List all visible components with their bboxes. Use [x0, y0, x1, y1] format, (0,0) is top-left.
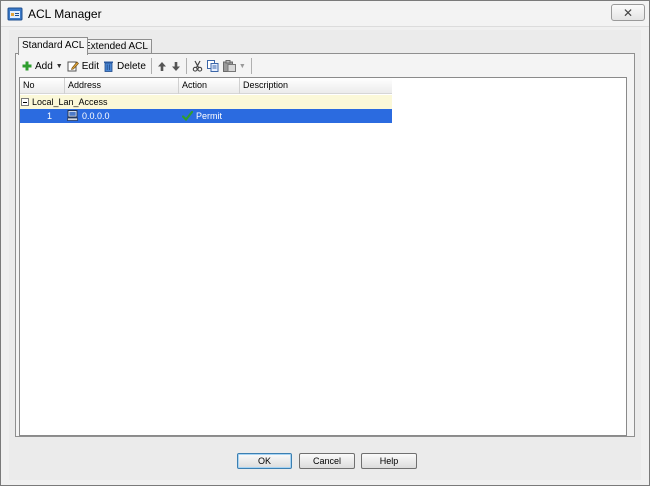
delete-label: Delete [116, 60, 146, 72]
toolbar: Add ▼ Edit Delete ▼ [20, 56, 255, 76]
add-label: Add [35, 60, 53, 72]
column-header-description[interactable]: Description [240, 78, 392, 94]
close-icon: ✕ [622, 5, 634, 20]
action-value: Permit [196, 111, 223, 121]
add-dropdown-arrow-icon[interactable]: ▼ [56, 63, 63, 70]
tab-extended-acl[interactable]: Extended ACL [80, 39, 152, 53]
table-row[interactable]: 1 0.0.0.0 Permit [20, 109, 392, 123]
cut-button[interactable] [190, 57, 205, 75]
cell-address: 0.0.0.0 [67, 109, 179, 123]
window-title: ACL Manager [28, 7, 102, 21]
title-bar[interactable]: ACL Manager ✕ [1, 1, 649, 27]
dialog-client-area: Standard ACL Extended ACL Add ▼ Edit Del… [9, 30, 641, 480]
arrow-up-icon [157, 61, 166, 71]
standard-acl-panel: Add ▼ Edit Delete ▼ No Address Action De… [15, 53, 635, 437]
checkmark-icon [182, 111, 193, 121]
delete-button[interactable]: Delete [101, 57, 148, 75]
collapse-minus-icon[interactable] [21, 98, 29, 106]
group-row-local-lan-access[interactable]: Local_Lan_Access [20, 95, 392, 109]
address-value: 0.0.0.0 [82, 111, 110, 121]
close-button[interactable]: ✕ [611, 4, 645, 21]
add-button[interactable]: Add ▼ [20, 57, 65, 75]
arrow-down-icon [171, 61, 180, 71]
copy-button[interactable] [205, 57, 221, 75]
acl-manager-icon [7, 6, 23, 22]
ok-button[interactable]: OK [237, 453, 292, 469]
paste-dropdown-arrow-icon[interactable]: ▼ [239, 63, 246, 70]
cell-no: 1 [46, 111, 52, 121]
toolbar-separator [150, 58, 152, 74]
paste-button[interactable]: ▼ [221, 57, 248, 75]
acl-manager-window: ACL Manager ✕ Standard ACL Extended ACL … [0, 0, 650, 486]
cell-action: Permit [181, 109, 240, 123]
toolbar-separator [185, 58, 187, 74]
group-label: Local_Lan_Access [32, 97, 108, 107]
paste-icon [222, 60, 236, 72]
tab-standard-acl[interactable]: Standard ACL [18, 37, 89, 55]
move-down-button[interactable] [169, 57, 183, 75]
edit-button[interactable]: Edit [65, 57, 101, 75]
toolbar-separator [250, 58, 252, 74]
acl-table: No Address Action Description Local_Lan_… [19, 77, 627, 436]
column-header-address[interactable]: Address [65, 78, 179, 94]
cancel-button[interactable]: Cancel [299, 453, 355, 469]
column-header-action[interactable]: Action [179, 78, 240, 94]
column-header-no[interactable]: No [20, 78, 65, 94]
cell-description [242, 109, 392, 123]
network-host-icon [67, 110, 78, 121]
copy-icon [206, 60, 219, 72]
trash-icon [103, 61, 113, 72]
edit-icon [67, 61, 79, 72]
scissors-icon [192, 60, 203, 72]
help-button[interactable]: Help [361, 453, 417, 469]
move-up-button[interactable] [155, 57, 169, 75]
table-header: No Address Action Description [20, 78, 392, 94]
edit-label: Edit [81, 60, 99, 72]
plus-icon [22, 61, 32, 71]
